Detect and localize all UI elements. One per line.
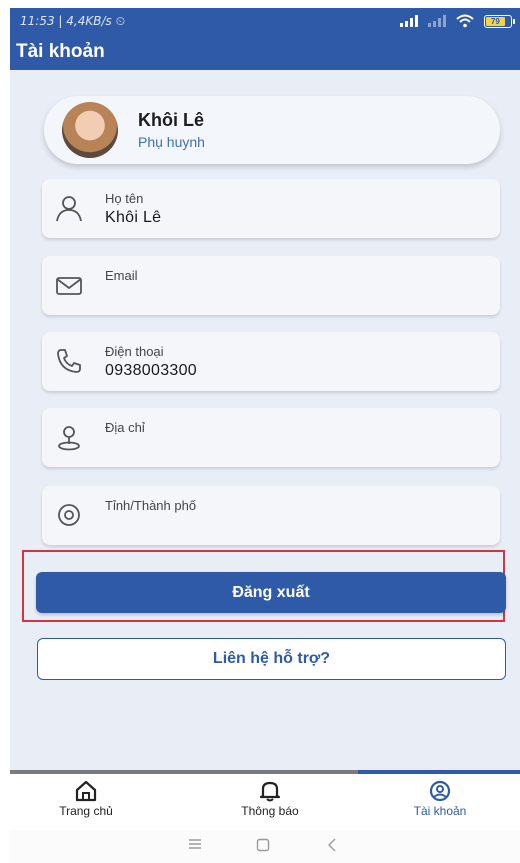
field-full-name[interactable]: Họ tên Khôi Lê [42, 179, 500, 238]
profile-card[interactable]: Khôi Lê Phụ huynh [44, 96, 500, 164]
person-icon [56, 196, 82, 222]
field-label: Tỉnh/Thành phố [105, 498, 197, 513]
home-square-icon[interactable] [256, 838, 270, 852]
field-value: Khôi Lê [105, 209, 162, 226]
account-content: Khôi Lê Phụ huynh Họ tên Khôi Lê Email Đ… [10, 70, 520, 770]
nav-label: Trang chủ [59, 804, 113, 818]
field-address[interactable]: Địa chỉ [42, 408, 500, 467]
field-label: Địa chỉ [105, 420, 145, 435]
field-province[interactable]: Tỉnh/Thành phố [42, 486, 500, 545]
app-header: 11:53 | 4,4KB/s ⏲ 79 Tài khoản [10, 8, 520, 70]
signal-secondary-icon [428, 15, 446, 27]
contact-support-button[interactable]: Liên hệ hỗ trợ? [37, 638, 506, 680]
nav-label: Thông báo [241, 804, 299, 818]
profile-role: Phụ huynh [138, 134, 205, 150]
nav-item-home[interactable]: Trang chủ [26, 780, 146, 818]
status-time: 11:53 | 4,4KB/s [20, 14, 112, 28]
field-value: 0938003300 [105, 362, 197, 379]
home-icon [75, 780, 97, 802]
bell-icon [259, 781, 281, 802]
field-phone[interactable]: Điện thoại 0938003300 [42, 332, 500, 391]
field-label: Họ tên [105, 191, 144, 206]
page-title: Tài khoản [16, 41, 105, 62]
field-email[interactable]: Email [42, 256, 500, 315]
field-label: Điện thoại [105, 344, 164, 359]
envelope-icon [56, 277, 82, 295]
app-frame: 11:53 | 4,4KB/s ⏲ 79 Tài khoản Khôi Lê P… [10, 0, 520, 863]
menu-icon[interactable] [188, 838, 202, 850]
battery-level: 79 [486, 16, 505, 26]
signal-icon [400, 15, 418, 27]
nav-item-account[interactable]: Tài khoản [380, 780, 500, 818]
alarm-icon: ⏲ [115, 13, 126, 28]
nav-divider [10, 770, 358, 774]
bottom-nav: Trang chủ Thông báo Tài khoản [10, 770, 520, 828]
status-bar: 11:53 | 4,4KB/s ⏲ 79 [20, 11, 515, 31]
nav-label: Tài khoản [413, 804, 467, 818]
nav-active-indicator [358, 770, 520, 774]
back-icon[interactable] [326, 838, 338, 852]
logout-button[interactable]: Đăng xuất [36, 572, 506, 613]
map-pin-icon [58, 426, 80, 451]
battery-icon: 79 [484, 14, 515, 28]
profile-name: Khôi Lê [138, 110, 204, 130]
account-icon [429, 780, 451, 802]
location-ring-icon [58, 504, 80, 526]
field-label: Email [105, 268, 138, 283]
avatar[interactable] [62, 102, 118, 158]
nav-item-notifications[interactable]: Thông báo [210, 780, 330, 818]
phone-icon [57, 349, 81, 373]
wifi-icon [456, 14, 474, 28]
system-nav-bar [10, 830, 520, 863]
